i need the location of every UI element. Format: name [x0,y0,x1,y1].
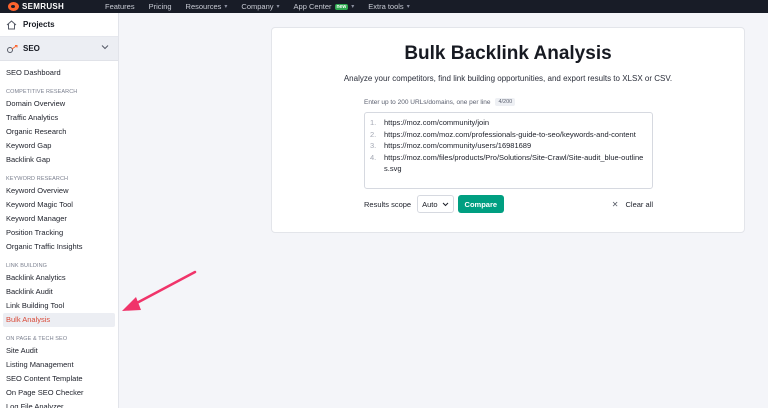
url-text: https://moz.com/files/products/Pro/Solut… [384,152,644,174]
sidebar-item-position-tracking[interactable]: Position Tracking [0,226,118,240]
sidebar-item-keyword-gap[interactable]: Keyword Gap [0,139,118,153]
clear-all-label: Clear all [625,199,653,209]
url-line: 4. https://moz.com/files/products/Pro/Sol… [370,152,647,175]
sidebar-item-site-audit[interactable]: Site Audit [0,344,118,358]
sidebar-item-backlink-audit[interactable]: Backlink Audit [0,285,118,299]
sidebar-item-link-building-tool[interactable]: Link Building Tool [0,299,118,313]
nav-item-features[interactable]: Features [105,2,135,11]
sidebar-section-on-page-and-tech-seo: ON PAGE & TECH SEO [6,336,68,342]
sidebar-item-organic-research[interactable]: Organic Research [0,125,118,139]
chevron-down-icon [101,45,109,50]
nav-item-label: Extra tools [368,2,404,11]
sidebar-menu: SEO Dashboard COMPETITIVE RESEARCH Domain … [0,61,118,408]
url-line: 2. https://moz.com/moz.com/professionals-… [370,129,647,141]
projects-label: Projects [23,20,55,29]
results-scope-label: Results scope [364,199,412,209]
bulk-analysis-card: Bulk Backlink Analysis Analyze your comp… [271,27,745,233]
sidebar-item-bulk-analysis[interactable]: Bulk Analysis [3,313,115,327]
chevron-down-icon: ▾ [276,4,280,10]
sidebar-item-keyword-overview[interactable]: Keyword Overview [0,184,118,198]
seo-icon [7,44,18,53]
input-hint: Enter up to 200 URLs/domains, one per li… [364,98,491,106]
nav-item-label: Company [241,2,274,11]
sidebar-projects[interactable]: Projects [0,13,118,37]
chevron-down-icon [442,202,448,206]
urls-textarea[interactable]: 1. https://moz.com/community/join 2. https:… [364,112,653,189]
results-scope-value: Auto [422,199,438,209]
url-line: 3. https://moz.com/community/users/169816… [370,140,647,152]
home-icon [6,19,17,29]
page-title: Bulk Backlink Analysis [404,43,612,64]
nav-item-label: Features [105,2,135,11]
chevron-down-icon: ▾ [351,4,355,10]
nav-item-label: Pricing [148,2,172,11]
sidebar-item-organic-traffic-insights[interactable]: Organic Traffic Insights [0,240,118,254]
nav-item-label: Resources [185,2,222,11]
seo-label: SEO [23,44,40,53]
sidebar-item-on-page-seo-checker[interactable]: On Page SEO Checker [0,386,118,400]
semrush-logo[interactable]: SEMRUSH [8,2,88,11]
sidebar-item-backlink-gap[interactable]: Backlink Gap [0,153,118,167]
chevron-down-icon: ▾ [224,4,228,10]
sidebar: Projects SEO SEO Dashboard COMPETITIVE RE… [0,13,119,408]
top-nav: Features Pricing Resources ▾ Company ▾ App Cen… [105,2,424,11]
sidebar-item-traffic-analytics[interactable]: Traffic Analytics [0,111,118,125]
url-line: 1. https://moz.com/community/join [370,117,647,129]
sidebar-item-domain-overview[interactable]: Domain Overview [0,97,118,111]
sidebar-item-keyword-manager[interactable]: Keyword Manager [0,212,118,226]
sidebar-section-link-building: LINK BUILDING [6,263,48,269]
url-text: https://moz.com/moz.com/professionals-gu… [384,129,636,139]
sidebar-item-backlink-analytics[interactable]: Backlink Analytics [0,271,118,285]
url-counter-badge: 4/200 [495,98,516,106]
url-text: https://moz.com/community/join [384,118,490,127]
sidebar-item-log-file-analyzer[interactable]: Log File Analyzer [0,400,118,408]
sidebar-section-competitive-research: COMPETITIVE RESEARCH [6,89,78,95]
new-badge: new [334,3,349,10]
nav-item-pricing[interactable]: Pricing [149,2,172,11]
sidebar-item-seo-content-template[interactable]: SEO Content Template [0,372,118,386]
sidebar-item-seo-dashboard[interactable]: SEO Dashboard [0,66,118,80]
line-number: 4. [370,152,377,162]
line-number: 2. [370,129,377,139]
sidebar-item-keyword-magic-tool[interactable]: Keyword Magic Tool [0,198,118,212]
arrow-head [122,297,141,311]
page-subtitle: Analyze your competitors, find link buil… [343,74,673,83]
url-text: https://moz.com/community/users/16981689 [384,141,532,150]
line-number: 1. [370,118,377,127]
nav-item-extra-tools[interactable]: Extra tools ▾ [368,2,409,11]
top-navigation-bar: SEMRUSH Features Pricing Resources ▾ Company… [0,0,768,13]
sidebar-section-keyword-research: KEYWORD RESEARCH [6,176,69,182]
clear-all-button[interactable]: ✕ Clear all [612,200,653,209]
controls-row: Results scope Auto Compare ✕ Clear all [364,195,653,213]
compare-button[interactable]: Compare [457,195,505,213]
line-number: 3. [370,141,377,150]
nav-item-app-center[interactable]: App Center new ▾ [294,2,355,11]
chevron-down-icon: ▾ [406,4,410,10]
input-hint-row: Enter up to 200 URLs/domains, one per li… [364,98,516,106]
sidebar-seo-toggle[interactable]: SEO [0,37,118,61]
semrush-logo-icon [8,2,19,11]
arrow-shaft [131,270,197,307]
close-icon: ✕ [611,199,619,209]
logo-text: SEMRUSH [22,2,65,11]
results-scope-select[interactable]: Auto [417,195,454,213]
nav-item-resources[interactable]: Resources ▾ [186,2,228,11]
sidebar-item-listing-management[interactable]: Listing Management [0,358,118,372]
nav-item-company[interactable]: Company ▾ [241,2,279,11]
nav-item-label: App Center [293,2,332,11]
